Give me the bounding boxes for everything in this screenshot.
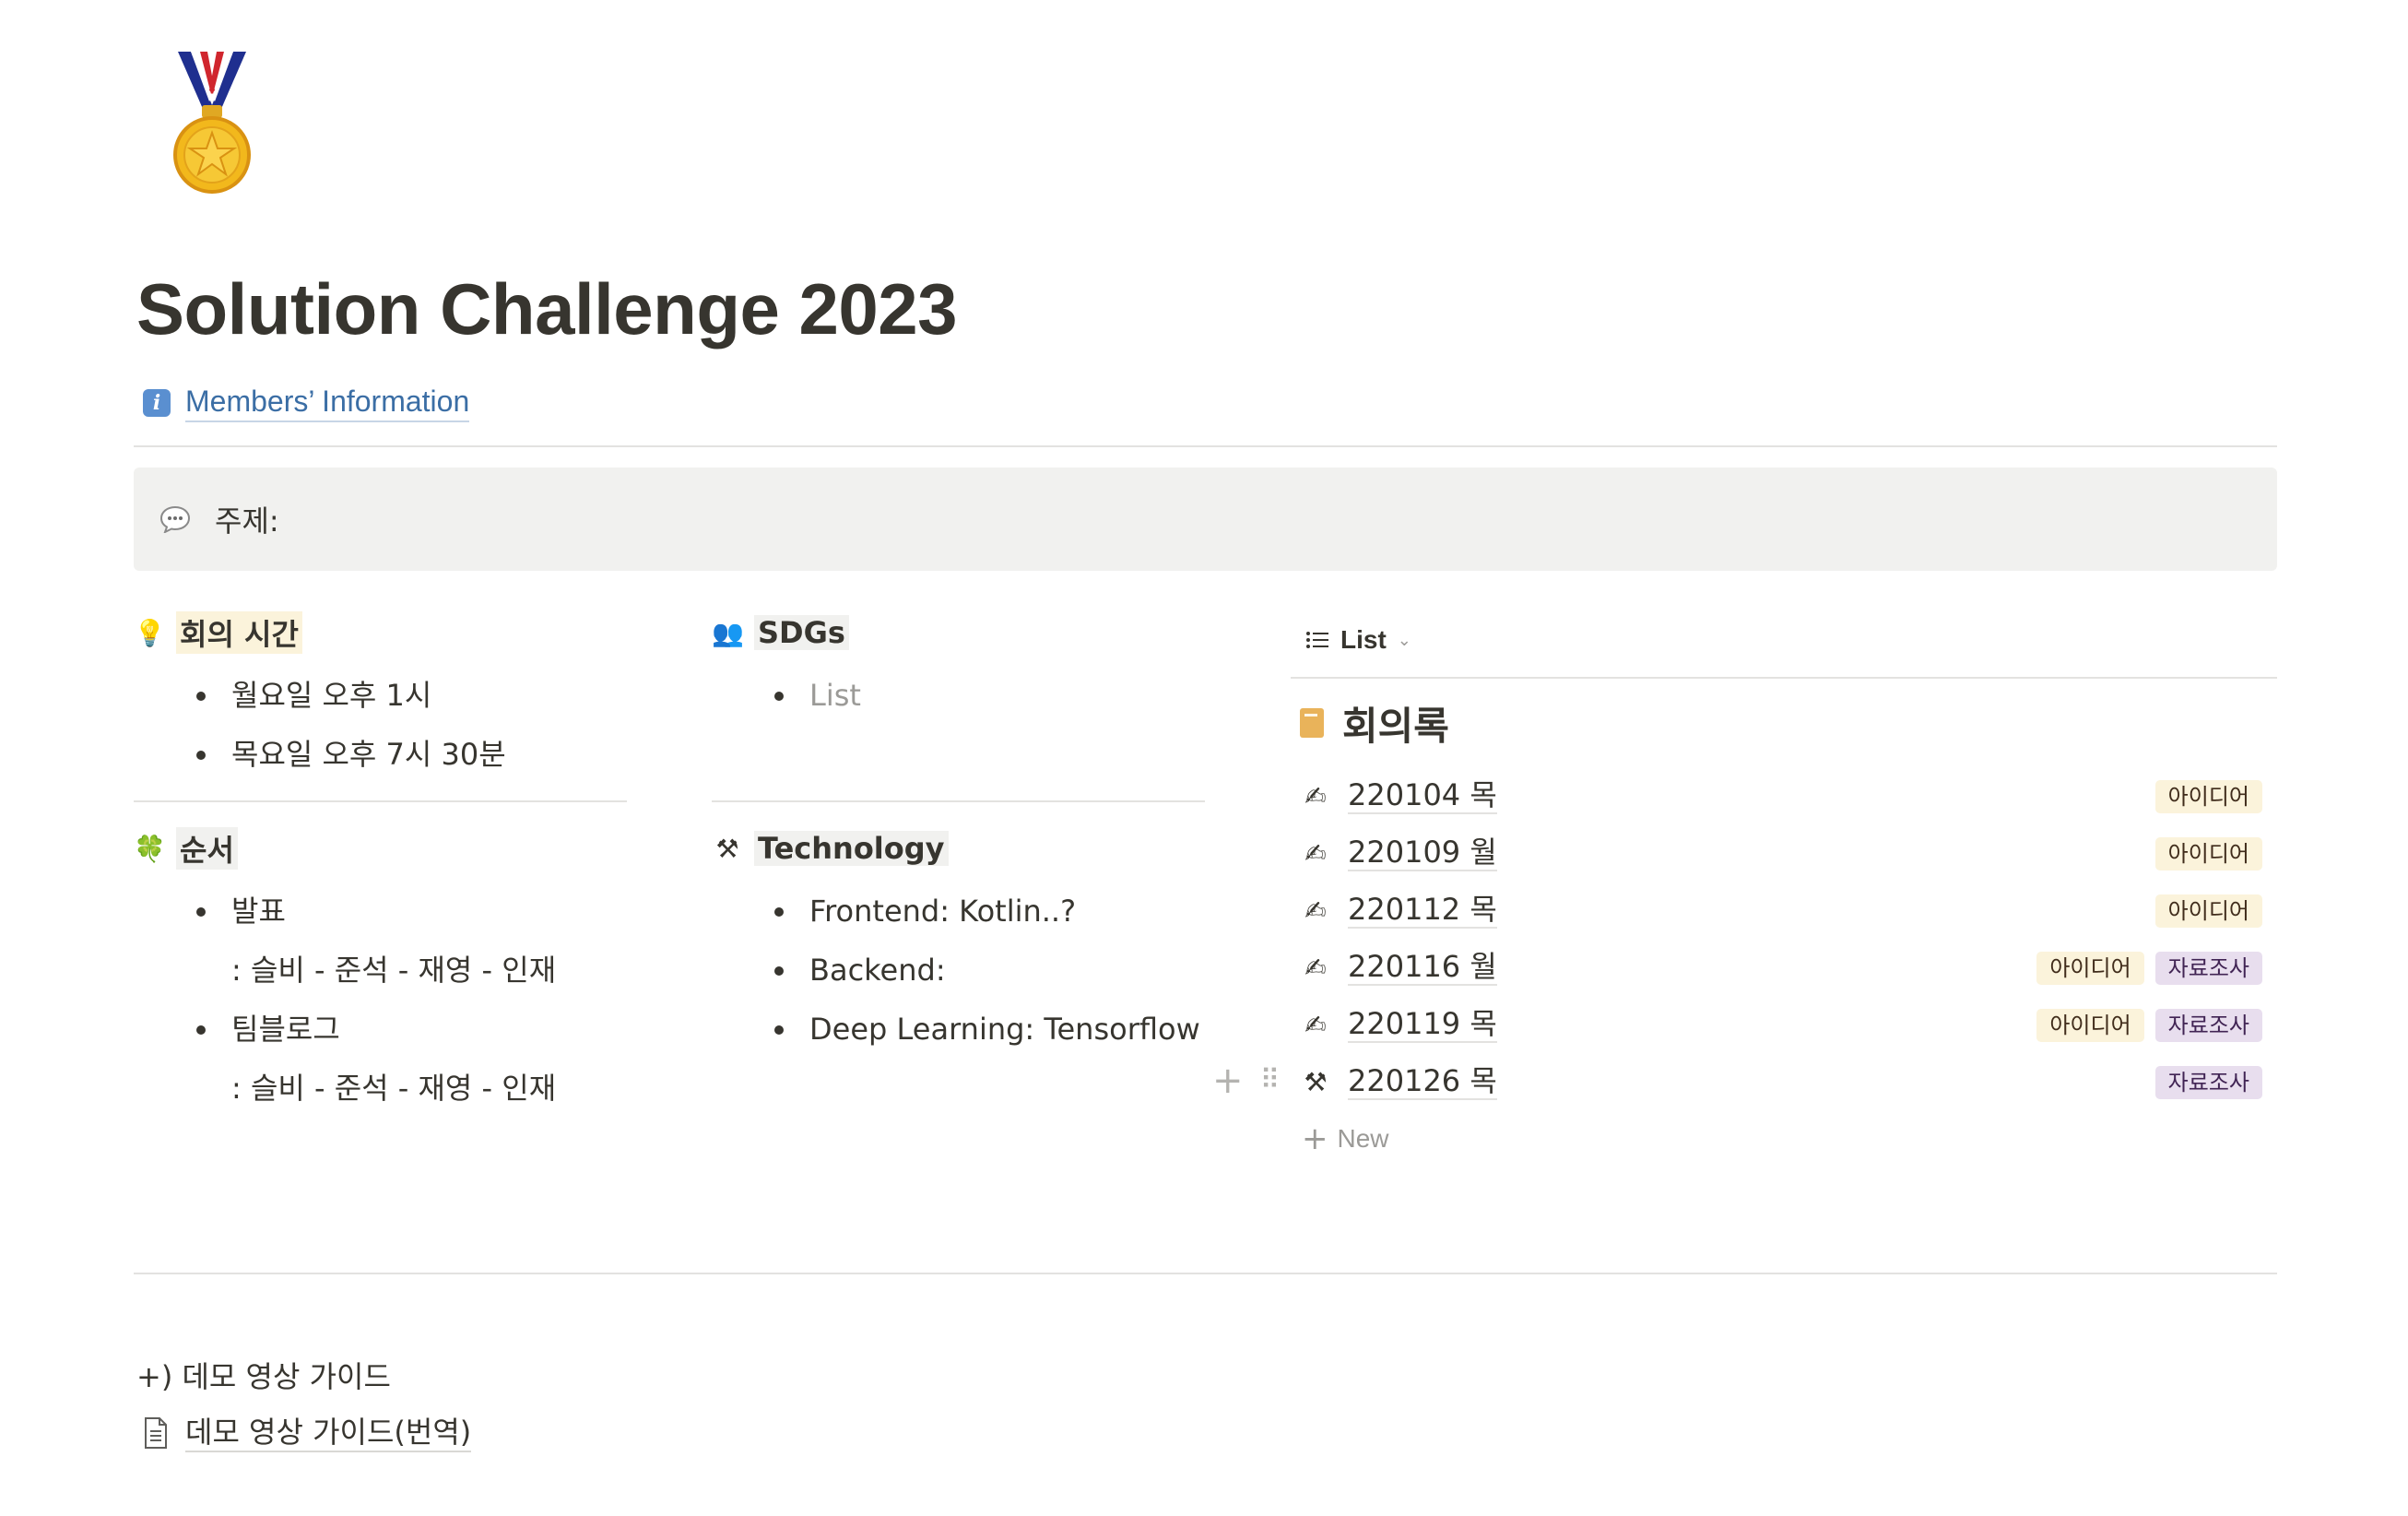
info-icon: i (143, 389, 171, 417)
writing-hand-icon: ✍ (1304, 952, 1327, 983)
row-title[interactable]: 220116 월 (1348, 949, 1497, 986)
row-tags: 아이디어 (2154, 894, 2262, 928)
chevron-down-icon[interactable]: ⌄ (1398, 631, 1411, 650)
database-row[interactable]: + ⠿ ⚒ 220126 목 자료조사 (1212, 1053, 2277, 1110)
medal-icon[interactable] (171, 48, 254, 195)
tag-badge[interactable]: 아이디어 (2154, 837, 2262, 871)
demo-guide-text[interactable]: +) 데모 영상 가이드 (136, 1354, 391, 1396)
row-title[interactable]: 220126 목 (1348, 1063, 1497, 1100)
technology-list: Frontend: Kotlin..? Backend: Deep Learni… (712, 882, 1205, 1059)
tag-badge[interactable]: 자료조사 (2154, 952, 2262, 985)
technology-heading-text: Technology (754, 831, 949, 866)
column-sdgs: 👥 SDGs List ⚒ Technology Frontend: Kotli… (712, 599, 1205, 1059)
order-list: 팀블로그 (134, 1000, 627, 1059)
database-title-text: 회의록 (1342, 703, 1449, 749)
callout-text[interactable]: 주제: (215, 498, 279, 540)
sdgs-heading[interactable]: 👥 SDGs (712, 599, 1205, 666)
order-heading[interactable]: 🍀 순서 (134, 815, 627, 882)
new-row-button[interactable]: + New (1291, 1110, 2277, 1167)
add-block-icon[interactable]: + (1212, 1062, 1244, 1099)
database-rows: ✍ 220104 목 아이디어 ✍ 220109 월 아이디어 ✍ 220112 목 아이디어 ✍… (1212, 767, 2277, 1110)
lightbulb-icon: 💡 (134, 617, 166, 648)
tag-badge[interactable]: 아이디어 (2036, 1009, 2144, 1042)
tag-badge[interactable]: 아이디어 (2154, 780, 2262, 813)
sdgs-heading-text: SDGs (754, 615, 849, 650)
members-information-label[interactable]: Members’ Information (185, 384, 470, 422)
technology-heading[interactable]: ⚒ Technology (712, 815, 1205, 882)
row-title[interactable]: 220104 목 (1348, 777, 1497, 814)
view-tab-label: List (1340, 625, 1387, 654)
demo-guide-link-text[interactable]: 데모 영상 가이드(번역) (185, 1414, 472, 1452)
row-tags: 아이디어 (2154, 780, 2262, 813)
row-tags: 자료조사 (2154, 1066, 2262, 1099)
column-divider (712, 800, 1205, 802)
hammer-and-wrench-icon: ⚒ (715, 833, 739, 864)
order-detail[interactable]: : 슬비 - 준석 - 재영 - 인재 (134, 1059, 627, 1118)
members-information-link[interactable]: i Members’ Information (143, 384, 470, 422)
tag-badge[interactable]: 자료조사 (2154, 1009, 2262, 1042)
column-meeting: 💡 회의 시간 월요일 오후 1시 목요일 오후 7시 30분 🍀 순서 발표 … (134, 599, 627, 1118)
list-icon (1306, 632, 1328, 648)
tag-badge[interactable]: 자료조사 (2154, 1066, 2262, 1099)
list-item[interactable]: Backend: (712, 941, 1205, 1000)
list-item[interactable]: Deep Learning: Tensorflow (712, 1000, 1205, 1059)
meeting-notes-database: List ⌄ 회의록 ✍ 220104 목 아이디어 ✍ 220109 월 아이디어 ✍ 22… (1212, 599, 2277, 1167)
list-item[interactable]: List (712, 666, 1205, 725)
database-row[interactable]: ✍ 220116 월 아이디어 자료조사 (1291, 939, 2277, 996)
row-title[interactable]: 220109 월 (1348, 835, 1497, 871)
page-title[interactable]: Solution Challenge 2023 (136, 267, 958, 351)
page: Solution Challenge 2023 i Members’ Infor… (134, 0, 2277, 1516)
notebook-icon (1300, 708, 1324, 738)
list-item[interactable]: 목요일 오후 7시 30분 (134, 725, 627, 784)
page-icon (145, 1417, 167, 1449)
people-icon: 👥 (712, 617, 744, 648)
tag-badge[interactable]: 아이디어 (2154, 894, 2262, 928)
list-item[interactable]: Frontend: Kotlin..? (712, 882, 1205, 941)
clover-icon: 🍀 (134, 833, 166, 864)
order-heading-text: 순서 (176, 827, 238, 870)
writing-hand-icon: ✍ (1304, 1009, 1327, 1040)
order-list: 발표 (134, 882, 627, 941)
demo-guide-page-link[interactable]: 데모 영상 가이드(번역) (143, 1414, 472, 1452)
plus-icon: + (1302, 1120, 1328, 1157)
database-row[interactable]: ✍ 220104 목 아이디어 (1291, 767, 2277, 824)
row-tags: 아이디어 (2154, 837, 2262, 871)
meeting-time-heading[interactable]: 💡 회의 시간 (134, 599, 627, 666)
drag-handle-icon[interactable]: ⠿ (1260, 1062, 1281, 1099)
list-item[interactable]: 발표 (134, 882, 627, 941)
database-row[interactable]: ✍ 220109 월 아이디어 (1291, 824, 2277, 882)
row-title[interactable]: 220112 목 (1348, 892, 1497, 929)
database-row[interactable]: ✍ 220119 목 아이디어 자료조사 (1291, 996, 2277, 1053)
title-divider (134, 445, 2277, 447)
topic-callout[interactable]: 주제: (134, 468, 2277, 571)
list-item[interactable]: 팀블로그 (134, 1000, 627, 1059)
row-handles: + ⠿ (1212, 1062, 1281, 1099)
column-divider (134, 800, 627, 802)
row-tags: 아이디어 자료조사 (2036, 952, 2262, 985)
writing-hand-icon: ✍ (1304, 837, 1327, 869)
meeting-time-heading-text: 회의 시간 (176, 611, 302, 654)
speech-bubble-icon (159, 505, 191, 533)
database-row[interactable]: ✍ 220112 목 아이디어 (1291, 882, 2277, 939)
writing-hand-icon: ✍ (1304, 780, 1327, 811)
row-tags: 아이디어 자료조사 (2036, 1009, 2262, 1042)
row-title[interactable]: 220119 목 (1348, 1006, 1497, 1043)
meeting-time-list: 월요일 오후 1시 목요일 오후 7시 30분 (134, 666, 627, 784)
view-tab-list[interactable]: List ⌄ (1291, 607, 2277, 673)
new-row-label: New (1337, 1124, 1389, 1153)
database-title[interactable]: 회의록 (1291, 679, 2277, 767)
tag-badge[interactable]: 아이디어 (2036, 952, 2144, 985)
hammer-and-pick-icon: ⚒ (1304, 1066, 1328, 1097)
sdgs-list: List (712, 666, 1205, 725)
writing-hand-icon: ✍ (1304, 894, 1327, 926)
order-detail[interactable]: : 슬비 - 준석 - 재영 - 인재 (134, 941, 627, 1000)
list-item[interactable]: 월요일 오후 1시 (134, 666, 627, 725)
bottom-divider (134, 1273, 2277, 1274)
